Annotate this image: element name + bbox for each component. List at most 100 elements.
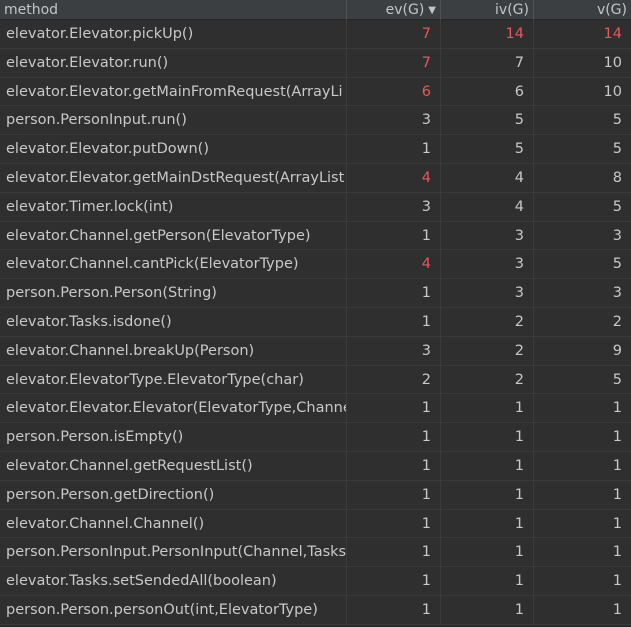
column-header-ev[interactable]: ev(G) ▼	[347, 0, 441, 20]
cell-v: 9	[612, 342, 622, 359]
cell-iv: 1	[441, 423, 534, 452]
cell-method: elevator.Channel.Channel()	[0, 509, 347, 538]
table-row[interactable]: elevator.Elevator.getMainDstRequest(Arra…	[0, 163, 631, 193]
table-row[interactable]: person.PersonInput.PersonInput(Channel,T…	[0, 538, 631, 568]
cell-iv: 1	[441, 538, 534, 567]
cell-iv: 4	[441, 163, 534, 192]
cell-v: 1	[612, 429, 622, 446]
cell-method: elevator.Tasks.setSendedAll(boolean)	[0, 567, 347, 596]
cell-iv: 1	[441, 567, 534, 596]
table-row[interactable]: elevator.Elevator.putDown() 1 5 5	[0, 135, 631, 164]
table-row[interactable]: elevator.Elevator.run() 7 7 10	[0, 48, 631, 78]
cell-ev: 7	[347, 20, 441, 48]
cell-method: person.PersonInput.run()	[0, 106, 347, 135]
table-row[interactable]: elevator.Elevator.pickUp() 7 14 14	[0, 20, 631, 49]
cell-ev: 1	[347, 394, 441, 423]
cell-method: person.PersonInput.PersonInput(Channel,T…	[0, 538, 347, 567]
cell-ev: 1	[347, 307, 441, 336]
table-row[interactable]: elevator.Channel.breakUp(Person) 3 2 9	[0, 336, 631, 366]
cell-ev: 1	[347, 423, 441, 452]
cell-method: elevator.Elevator.Elevator(ElevatorType,…	[0, 394, 347, 423]
cell-v: 3	[612, 227, 622, 244]
table-row[interactable]: elevator.Channel.getRequestList() 1 1 1	[0, 451, 631, 481]
sort-desc-icon: ▼	[428, 5, 436, 16]
table-row[interactable]: elevator.Tasks.setSendedAll(boolean) 1 1 1	[0, 567, 631, 596]
cell-ev: 4	[347, 163, 441, 192]
cell-v: 5	[612, 141, 622, 158]
table-row[interactable]: person.Person.personOut(int,ElevatorType…	[0, 595, 631, 625]
cell-v: 5	[612, 198, 622, 215]
cell-method: elevator.Channel.cantPick(ElevatorType)	[0, 250, 347, 279]
cell-v: 10	[603, 54, 622, 71]
cell-iv: 1	[441, 480, 534, 509]
cell-method: elevator.Channel.breakUp(Person)	[0, 336, 347, 365]
table-row[interactable]: person.PersonInput.run() 3 5 5	[0, 106, 631, 136]
table-row[interactable]: elevator.Channel.Channel() 1 1 1	[0, 509, 631, 539]
cell-method: elevator.Elevator.getMainFromRequest(Arr…	[0, 77, 347, 106]
cell-method: elevator.ElevatorType.ElevatorType(char)	[0, 365, 347, 394]
cell-v: 1	[612, 515, 622, 532]
cell-v: 2	[612, 313, 622, 330]
table-row[interactable]: person.Person.getDirection() 1 1 1	[0, 480, 631, 510]
cell-v: 10	[603, 83, 622, 100]
table-row[interactable]: person.Person.Person(String) 1 3 3	[0, 279, 631, 308]
cell-ev: 2	[347, 365, 441, 394]
table-row[interactable]: elevator.Timer.lock(int) 3 4 5	[0, 192, 631, 222]
column-header-iv[interactable]: iv(G)	[441, 0, 534, 20]
cell-iv: 4	[441, 192, 534, 221]
table-row[interactable]: elevator.Elevator.getMainFromRequest(Arr…	[0, 77, 631, 107]
cell-iv: 3	[441, 221, 534, 250]
table-row[interactable]: elevator.Channel.cantPick(ElevatorType) 4…	[0, 250, 631, 280]
cell-ev: 1	[347, 567, 441, 596]
cell-method: person.Person.personOut(int,ElevatorType…	[0, 595, 347, 624]
cell-ev: 4	[347, 250, 441, 279]
cell-ev: 3	[347, 336, 441, 365]
cell-v: 1	[612, 457, 622, 474]
cell-iv: 3	[441, 250, 534, 279]
cell-ev: 3	[347, 192, 441, 221]
cell-v: 1	[612, 601, 622, 618]
cell-method: elevator.Elevator.run()	[0, 48, 347, 77]
cell-method: elevator.Channel.getPerson(ElevatorType)	[0, 221, 347, 250]
cell-ev: 1	[347, 480, 441, 509]
cell-method: person.Person.Person(String)	[0, 279, 347, 308]
cell-v: 1	[612, 486, 622, 503]
cell-method: elevator.Tasks.isdone()	[0, 307, 347, 336]
cell-ev: 1	[347, 279, 441, 308]
cell-ev: 1	[347, 135, 441, 164]
cell-iv: 1	[441, 595, 534, 624]
cell-iv: 5	[441, 135, 534, 164]
cell-iv: 2	[441, 336, 534, 365]
table-row[interactable]: elevator.Tasks.isdone() 1 2 2	[0, 307, 631, 337]
cell-ev: 1	[347, 451, 441, 480]
cell-iv: 1	[441, 451, 534, 480]
cell-ev: 1	[347, 509, 441, 538]
cell-method: person.Person.isEmpty()	[0, 423, 347, 452]
cell-ev: 1	[347, 538, 441, 567]
cell-ev: 6	[347, 77, 441, 106]
cell-v: 1	[612, 573, 622, 590]
cell-method: elevator.Elevator.putDown()	[0, 135, 347, 164]
cell-iv: 5	[441, 106, 534, 135]
table-row[interactable]: elevator.Elevator.Elevator(ElevatorType,…	[0, 394, 631, 424]
column-header-v[interactable]: v(G)	[534, 0, 631, 20]
cell-iv: 1	[441, 394, 534, 423]
cell-iv: 2	[441, 365, 534, 394]
cell-ev: 1	[347, 221, 441, 250]
cell-v: 1	[612, 400, 622, 417]
cell-method: elevator.Elevator.pickUp()	[0, 20, 347, 48]
cell-method: elevator.Elevator.getMainDstRequest(Arra…	[0, 163, 347, 192]
cell-iv: 3	[441, 279, 534, 308]
column-header-method[interactable]: method	[0, 0, 347, 20]
cell-v: 5	[612, 112, 622, 129]
table-row[interactable]: elevator.ElevatorType.ElevatorType(char)…	[0, 365, 631, 395]
table-row[interactable]: elevator.Channel.getPerson(ElevatorType)…	[0, 221, 631, 251]
cell-v: 8	[612, 169, 622, 186]
cell-v: 5	[612, 371, 622, 388]
table-body: elevator.Elevator.pickUp() 7 14 14 elevator.…	[0, 20, 631, 625]
cell-iv: 6	[441, 77, 534, 106]
cell-v: 3	[612, 285, 622, 302]
cell-ev: 3	[347, 106, 441, 135]
cell-iv: 7	[441, 48, 534, 77]
table-row[interactable]: person.Person.isEmpty() 1 1 1	[0, 423, 631, 452]
